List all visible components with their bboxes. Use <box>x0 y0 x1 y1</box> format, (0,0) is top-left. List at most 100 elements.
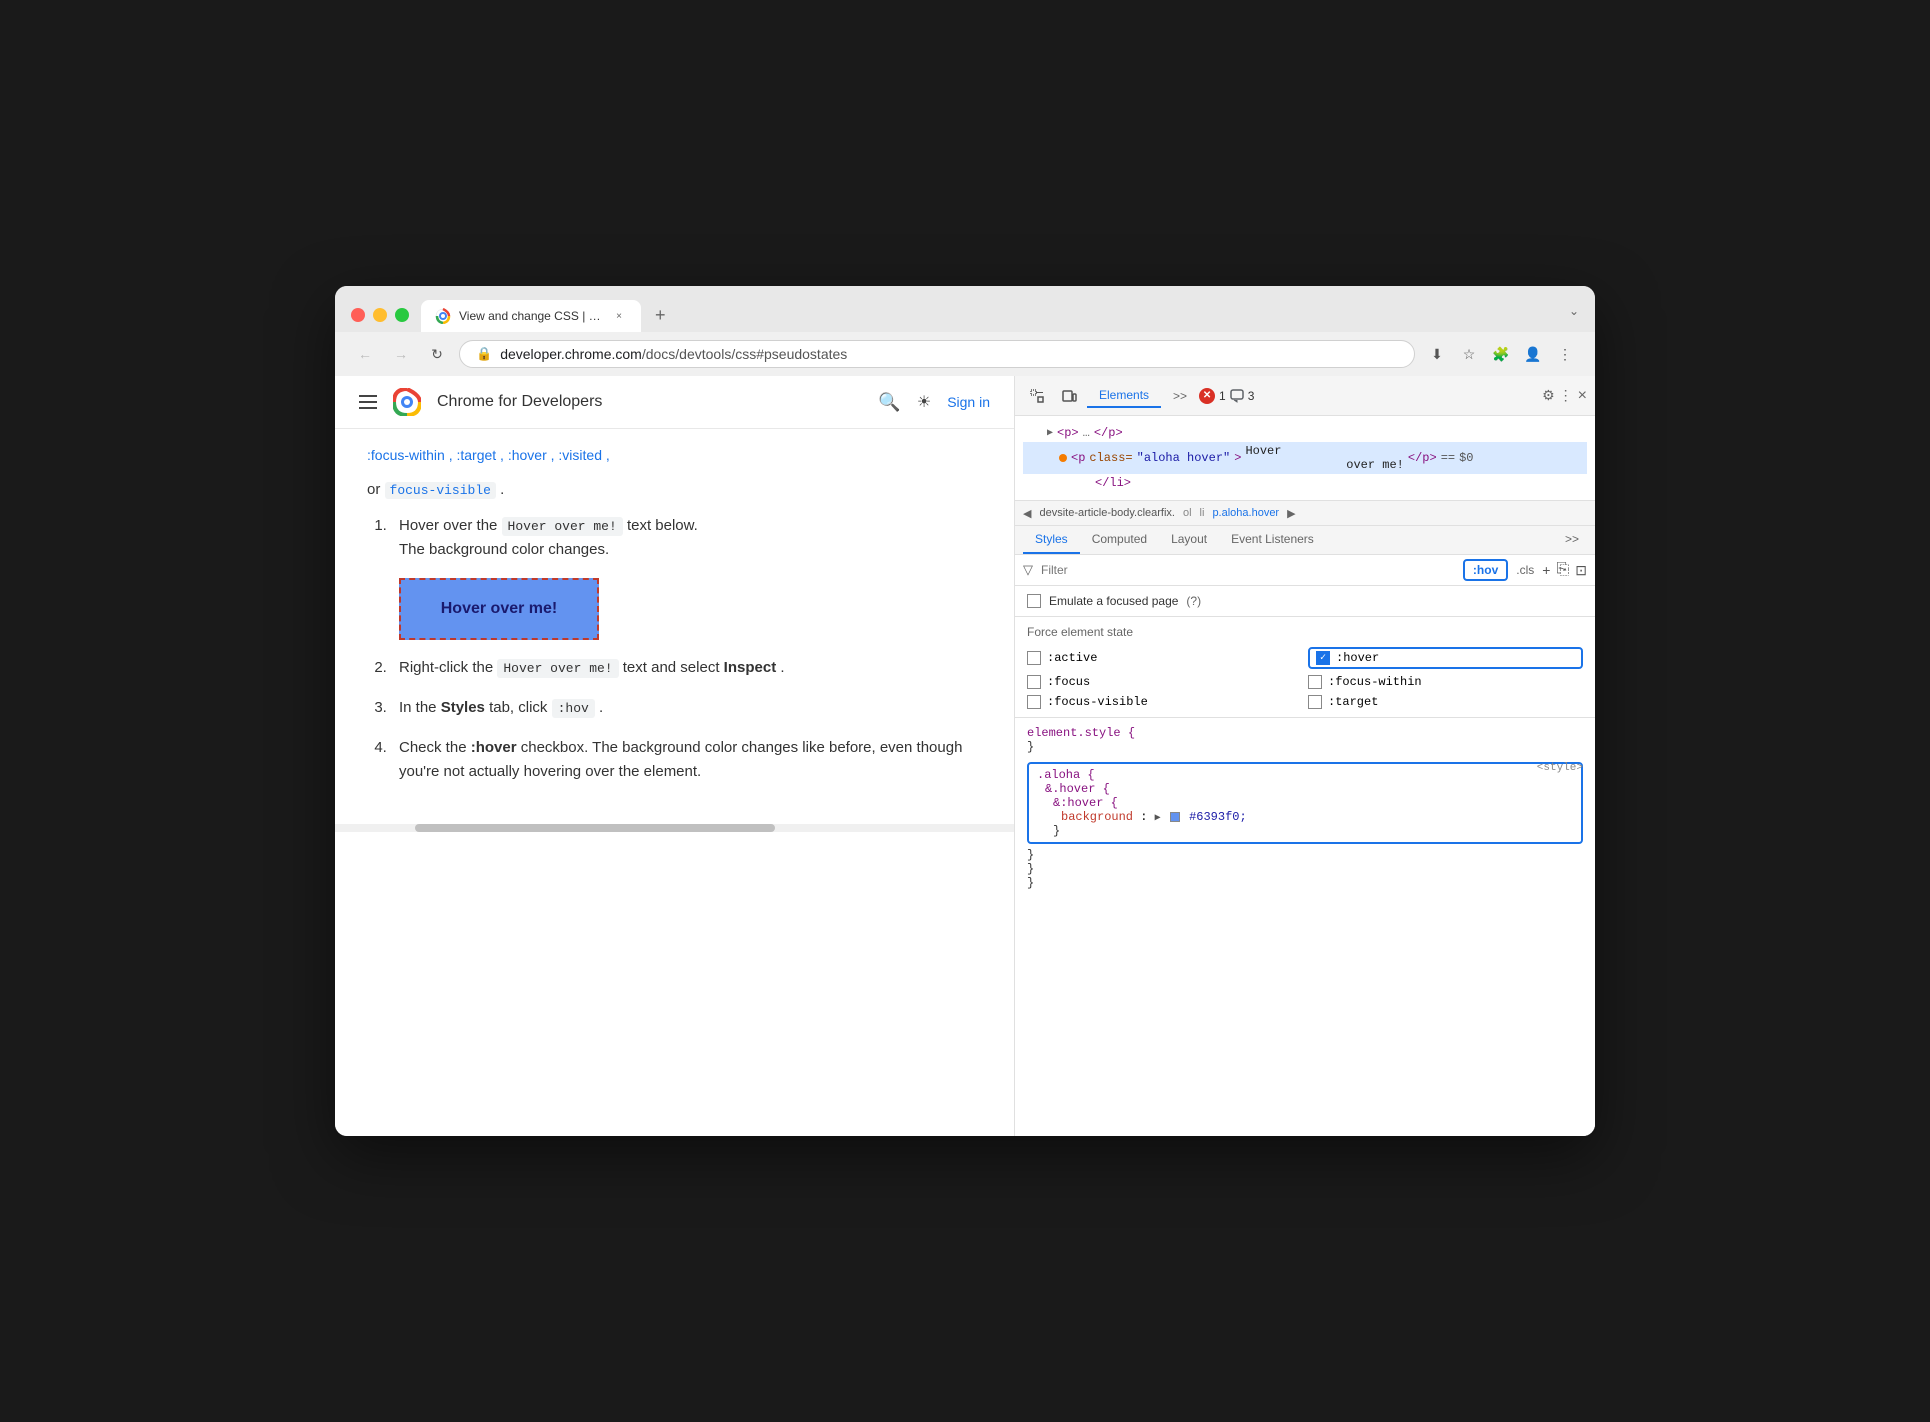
download-button[interactable]: ⬇ <box>1423 340 1451 368</box>
state-checkbox-target[interactable] <box>1308 695 1322 709</box>
tab-title: View and change CSS | Chr <box>459 309 603 323</box>
state-checkbox-focus-within[interactable] <box>1308 675 1322 689</box>
dom-ellipsis: … <box>1083 426 1090 440</box>
error-count: 1 <box>1219 389 1226 403</box>
close-window-button[interactable] <box>351 308 365 322</box>
element-style-brace-close: } <box>1027 740 1034 754</box>
filter-input[interactable] <box>1041 563 1455 577</box>
bookmark-button[interactable]: ☆ <box>1455 340 1483 368</box>
dom-p-end: > <box>1234 451 1241 465</box>
styles-tab-layout[interactable]: Layout <box>1159 526 1219 554</box>
breadcrumb-sep-2: li <box>1200 507 1205 519</box>
article-intro: :focus-within , :target , :hover , :visi… <box>367 445 982 466</box>
extensions-button[interactable]: 🧩 <box>1487 340 1515 368</box>
dom-line-3[interactable]: </li> <box>1023 474 1587 492</box>
device-toggle-button[interactable] <box>1055 382 1083 410</box>
forward-button[interactable]: → <box>387 340 415 368</box>
hamburger-line-3 <box>359 407 377 409</box>
devtools-panel: Elements >> ✕ 1 3 ⚙ ⋮ × <box>1015 376 1595 1136</box>
breadcrumb-back-arrow[interactable]: ◀ <box>1023 507 1031 520</box>
dom-p-text: Hover over me! <box>1245 444 1403 472</box>
breadcrumb-forward-arrow[interactable]: ▶ <box>1287 507 1295 520</box>
state-checkbox-active[interactable] <box>1027 651 1041 665</box>
style-source-label[interactable]: <style> <box>1537 762 1583 774</box>
state-checkbox-focus-visible[interactable] <box>1027 695 1041 709</box>
aloha-highlighted-rule: .aloha { &.hover { &:hover { background … <box>1027 762 1583 844</box>
dom-line-1[interactable]: ▶ <p> … </p> <box>1023 424 1587 442</box>
breadcrumb-active-item[interactable]: p.aloha.hover <box>1208 505 1283 521</box>
outer-brace-3: } <box>1027 876 1034 890</box>
filter-bar: ▽ :hov .cls + ⎘ ⊡ <box>1015 555 1595 586</box>
devtools-settings-button[interactable]: ⚙ <box>1542 387 1555 404</box>
styles-tab-computed[interactable]: Computed <box>1080 526 1159 554</box>
force-state-grid: :active :hover :focus :focus-within <box>1027 647 1583 709</box>
search-icon[interactable]: 🔍 <box>878 392 900 413</box>
new-tab-button[interactable]: + <box>643 298 678 332</box>
horizontal-scrollbar[interactable] <box>335 824 1014 832</box>
dom-p-close: </p> <box>1408 451 1437 465</box>
aloha-hover-selector: &.hover { <box>1045 782 1110 796</box>
styles-more-tabs-button[interactable]: >> <box>1557 526 1587 554</box>
minimize-window-button[interactable] <box>373 308 387 322</box>
outer-brace-1: } <box>1027 848 1034 862</box>
hover-demo-button[interactable]: Hover over me! <box>399 578 599 640</box>
tab-close-button[interactable]: × <box>611 308 627 324</box>
reload-button[interactable]: ↻ <box>423 340 451 368</box>
elements-tab[interactable]: Elements <box>1087 384 1161 408</box>
help-icon[interactable]: (?) <box>1186 594 1201 608</box>
inner-brace-1: } <box>1053 824 1060 838</box>
hov-button[interactable]: :hov <box>1463 559 1508 581</box>
item4-text-before: Check the <box>399 739 471 756</box>
cls-button[interactable]: .cls <box>1516 563 1534 577</box>
toolbar-actions: ⬇ ☆ 🧩 👤 ⋮ <box>1423 340 1579 368</box>
styles-tab-styles[interactable]: Styles <box>1023 526 1080 554</box>
item2-text-after: text and select <box>623 659 724 676</box>
filter-icon: ▽ <box>1023 562 1033 578</box>
chrome-logo <box>393 388 421 416</box>
hamburger-menu-button[interactable] <box>359 395 377 409</box>
inspector-tool-button[interactable] <box>1023 382 1051 410</box>
element-style-rule: element.style { } <box>1027 726 1583 754</box>
address-bar[interactable]: 🔒 developer.chrome.com/docs/devtools/css… <box>459 340 1415 368</box>
numbered-list: Hover over the Hover over me! text below… <box>367 514 982 784</box>
add-style-rule-icon[interactable]: + <box>1542 562 1550 578</box>
profile-button[interactable]: 👤 <box>1519 340 1547 368</box>
maximize-window-button[interactable] <box>395 308 409 322</box>
theme-toggle-button[interactable]: ☀ <box>917 392 931 412</box>
list-item-2: Right-click the Hover over me! text and … <box>391 656 982 680</box>
browser-tab[interactable]: View and change CSS | Chr × <box>421 300 641 332</box>
state-checkbox-hover[interactable] <box>1316 651 1330 665</box>
copy-style-icon[interactable]: ⎘ <box>1556 561 1569 579</box>
devtools-menu-button[interactable]: ⋮ <box>1559 387 1574 404</box>
item3-period: . <box>599 699 603 716</box>
emulate-checkbox[interactable] <box>1027 594 1041 608</box>
dom-attr-class: class= <box>1089 451 1132 465</box>
state-item-target: :target <box>1308 695 1583 709</box>
back-button[interactable]: ← <box>351 340 379 368</box>
main-content: Chrome for Developers 🔍 ☀ Sign in :focus… <box>335 376 1595 1136</box>
article-body: :focus-within , :target , :hover , :visi… <box>335 429 1014 816</box>
item2-bold: Inspect <box>724 659 777 676</box>
state-label-focus-within: :focus-within <box>1328 675 1422 689</box>
chevron-down-icon[interactable]: ⌄ <box>1569 304 1579 318</box>
menu-button[interactable]: ⋮ <box>1551 340 1579 368</box>
signin-button[interactable]: Sign in <box>947 394 990 410</box>
more-tabs-button[interactable]: >> <box>1165 385 1195 407</box>
focus-visible-line: or focus-visible . <box>367 478 982 502</box>
styles-tab-event-listeners[interactable]: Event Listeners <box>1219 526 1326 554</box>
color-arrow-icon[interactable]: ▶ <box>1155 813 1161 824</box>
state-item-focus: :focus <box>1027 675 1302 689</box>
background-value: #6393f0; <box>1189 810 1247 824</box>
state-item-hover: :hover <box>1308 647 1583 669</box>
state-label-active: :active <box>1047 651 1097 665</box>
breadcrumb-item-1[interactable]: devsite-article-body.clearfix. <box>1035 505 1179 521</box>
state-checkbox-focus[interactable] <box>1027 675 1041 689</box>
force-state-title: Force element state <box>1027 625 1583 639</box>
list-item-4: Check the :hover checkbox. The backgroun… <box>391 736 982 784</box>
devtools-close-button[interactable]: × <box>1578 387 1587 405</box>
layout-icon[interactable]: ⊡ <box>1575 562 1587 579</box>
color-swatch[interactable] <box>1170 812 1180 822</box>
dom-line-2-selected[interactable]: <p class= "aloha hover" > Hover over me!… <box>1023 442 1587 474</box>
item1-text-before: Hover over the <box>399 517 502 534</box>
state-label-focus: :focus <box>1047 675 1090 689</box>
